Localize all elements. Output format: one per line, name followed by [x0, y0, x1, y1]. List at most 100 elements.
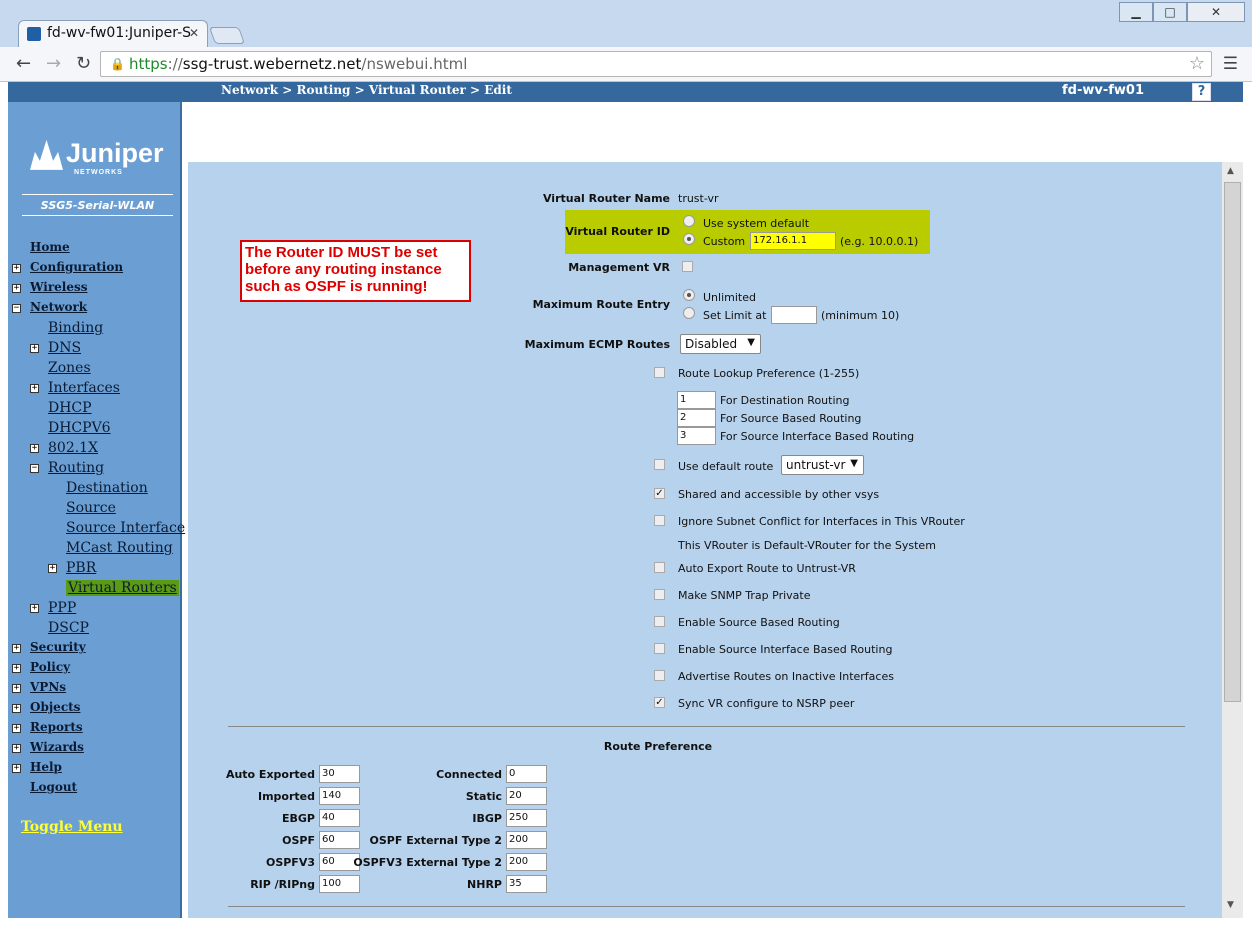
- help-button[interactable]: ?: [1192, 83, 1211, 101]
- menu-icon[interactable]: ☰: [1223, 54, 1238, 74]
- sidebar-item-wireless[interactable]: Wireless: [30, 280, 88, 294]
- sidebar-item-help[interactable]: Help: [30, 760, 62, 774]
- route-pref-input[interactable]: 0: [506, 765, 547, 783]
- route-lookup-checkbox[interactable]: [654, 367, 665, 378]
- sidebar-item-destination[interactable]: Destination: [66, 480, 148, 496]
- scrollbar[interactable]: ▲ ▼: [1222, 162, 1243, 918]
- sidebar-item-mcast-routing[interactable]: MCast Routing: [66, 540, 173, 556]
- sidebar-item-interfaces[interactable]: Interfaces: [48, 380, 120, 396]
- ecmp-select[interactable]: Disabled ▼: [680, 334, 761, 354]
- sidebar-item-dscp[interactable]: DSCP: [48, 620, 89, 636]
- new-tab-button[interactable]: [208, 27, 246, 44]
- minimize-button[interactable]: ▁: [1119, 2, 1153, 22]
- use-default-radio[interactable]: [683, 215, 695, 227]
- sidebar-item-dhcp[interactable]: DHCP: [48, 400, 92, 416]
- snmp-private-checkbox[interactable]: [654, 589, 665, 600]
- sidebar-item-source-interface[interactable]: Source Interface: [66, 520, 185, 536]
- route-pref-input[interactable]: 20: [506, 787, 547, 805]
- expand-icon[interactable]: +: [48, 564, 57, 573]
- unlimited-radio[interactable]: [683, 289, 695, 301]
- address-bar[interactable]: 🔒 https://ssg-trust.webernetz.net/nswebui…: [100, 51, 1212, 77]
- sidebar-item-source[interactable]: Source: [66, 500, 116, 516]
- route-pref-input[interactable]: 200: [506, 831, 547, 849]
- custom-router-id-input[interactable]: 172.16.1.1: [750, 232, 836, 250]
- default-route-select[interactable]: untrust-vr ▼: [781, 455, 864, 475]
- sync-vr-checkbox[interactable]: ✓: [654, 697, 665, 708]
- vr-name-value: trust-vr: [678, 192, 719, 205]
- back-icon[interactable]: ←: [16, 53, 31, 74]
- scroll-up-icon[interactable]: ▲: [1227, 166, 1234, 176]
- route-pref-input[interactable]: 35: [506, 875, 547, 893]
- expand-icon[interactable]: +: [30, 344, 39, 353]
- auto-export-checkbox[interactable]: [654, 562, 665, 573]
- sidebar-item-vpns[interactable]: VPNs: [30, 680, 66, 694]
- sidebar-item-objects[interactable]: Objects: [30, 700, 80, 714]
- dest-routing-input[interactable]: 1: [677, 391, 716, 409]
- browser-tab[interactable]: fd-wv-fw01:Juniper-S ✕: [18, 20, 208, 47]
- sidebar-item-dhcpv6[interactable]: DHCPV6: [48, 420, 111, 436]
- dropdown-arrow-icon: ▼: [850, 458, 858, 469]
- expand-icon[interactable]: +: [12, 724, 21, 733]
- expand-icon[interactable]: +: [12, 644, 21, 653]
- set-limit-radio[interactable]: [683, 307, 695, 319]
- maximize-button[interactable]: □: [1153, 2, 1187, 22]
- sidebar-item-routing[interactable]: Routing: [48, 460, 104, 476]
- collapse-icon[interactable]: −: [30, 464, 39, 473]
- expand-icon[interactable]: +: [12, 684, 21, 693]
- advertise-checkbox[interactable]: [654, 670, 665, 681]
- mgmt-vr-checkbox[interactable]: [682, 261, 693, 272]
- use-default-route-label: Use default route: [678, 460, 774, 473]
- scroll-thumb[interactable]: [1224, 182, 1241, 702]
- route-pref-input[interactable]: 250: [506, 809, 547, 827]
- sidebar-item-network[interactable]: Network: [30, 300, 87, 314]
- route-lookup-label: Route Lookup Preference (1-255): [678, 367, 860, 380]
- expand-icon[interactable]: +: [12, 704, 21, 713]
- expand-icon[interactable]: +: [30, 604, 39, 613]
- expand-icon[interactable]: +: [12, 764, 21, 773]
- max-route-label: Maximum Route Entry: [532, 298, 670, 311]
- close-tab-icon[interactable]: ✕: [189, 26, 199, 40]
- expand-icon[interactable]: +: [30, 384, 39, 393]
- srcif-routing-input[interactable]: 3: [677, 427, 716, 445]
- sidebar-item-reports[interactable]: Reports: [30, 720, 83, 734]
- toggle-menu-link[interactable]: Toggle Menu: [21, 819, 123, 835]
- sidebar-item-pbr[interactable]: PBR: [66, 560, 96, 576]
- route-pref-label: NHRP: [467, 878, 502, 891]
- expand-icon[interactable]: +: [12, 744, 21, 753]
- sidebar-item-security[interactable]: Security: [30, 640, 86, 654]
- sidebar-item-home[interactable]: Home: [30, 240, 70, 254]
- use-default-route-checkbox[interactable]: [654, 459, 665, 470]
- expand-icon[interactable]: +: [12, 664, 21, 673]
- warning-annotation: The Router ID MUST be set before any rou…: [240, 240, 471, 302]
- reload-icon[interactable]: ↻: [76, 53, 91, 74]
- expand-icon[interactable]: +: [30, 444, 39, 453]
- limit-input[interactable]: [771, 306, 817, 324]
- sidebar-item-zones[interactable]: Zones: [48, 360, 91, 376]
- sidebar-item-logout[interactable]: Logout: [30, 780, 77, 794]
- src-routing-input[interactable]: 2: [677, 409, 716, 427]
- window-close-button[interactable]: ✕: [1187, 2, 1245, 22]
- enable-srcif-checkbox[interactable]: [654, 643, 665, 654]
- collapse-icon[interactable]: −: [12, 304, 21, 313]
- route-pref-label: Auto Exported: [225, 768, 315, 781]
- sidebar-item-wizards[interactable]: Wizards: [30, 740, 84, 754]
- enable-src-checkbox[interactable]: [654, 616, 665, 627]
- sidebar-item-configuration[interactable]: Configuration: [30, 260, 123, 274]
- sidebar-item-virtual-routers[interactable]: Virtual Routers: [66, 580, 179, 596]
- expand-icon[interactable]: +: [12, 264, 21, 273]
- sidebar-item-policy[interactable]: Policy: [30, 660, 70, 674]
- forward-icon[interactable]: →: [46, 53, 61, 74]
- sidebar-item-ppp[interactable]: PPP: [48, 600, 76, 616]
- shared-checkbox[interactable]: ✓: [654, 488, 665, 499]
- ignore-subnet-checkbox[interactable]: [654, 515, 665, 526]
- scroll-down-icon[interactable]: ▼: [1227, 900, 1234, 910]
- expand-icon[interactable]: +: [12, 284, 21, 293]
- bookmark-star-icon[interactable]: ☆: [1189, 53, 1205, 74]
- shared-label: Shared and accessible by other vsys: [678, 488, 880, 501]
- sidebar-item-binding[interactable]: Binding: [48, 320, 103, 336]
- sidebar-item-dns[interactable]: DNS: [48, 340, 81, 356]
- advertise-label: Advertise Routes on Inactive Interfaces: [678, 670, 894, 683]
- sidebar-item-802-1x[interactable]: 802.1X: [48, 440, 98, 456]
- custom-radio[interactable]: [683, 233, 695, 245]
- route-pref-input[interactable]: 200: [506, 853, 547, 871]
